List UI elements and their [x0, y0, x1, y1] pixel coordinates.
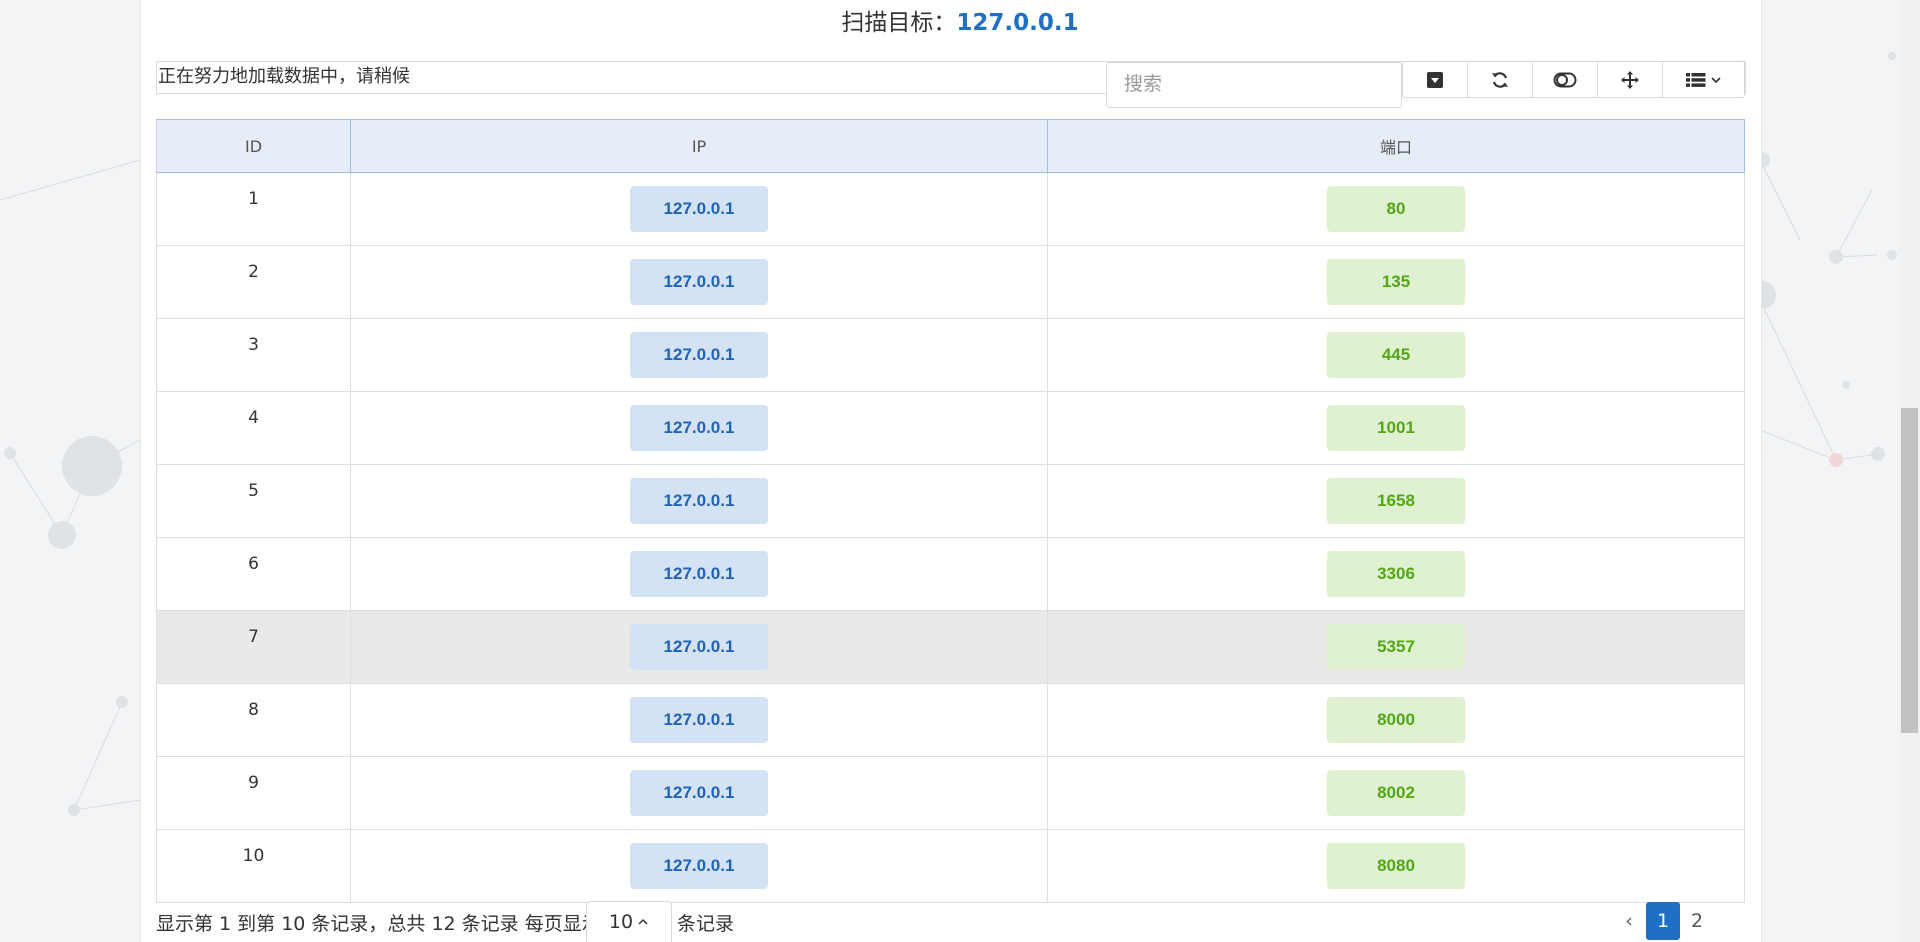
toggle-view-button[interactable] [1532, 62, 1597, 97]
cell-id: 5 [156, 464, 351, 538]
ip-tag[interactable]: 127.0.0.1 [630, 697, 768, 743]
title-prefix: 扫描目标： [841, 10, 957, 36]
cell-id: 7 [156, 610, 351, 684]
refresh-icon [1492, 71, 1508, 88]
cell-ip: 127.0.0.1 [350, 318, 1048, 392]
table-row[interactable]: 2 127.0.0.1 135 [156, 245, 1745, 319]
cell-ip: 127.0.0.1 [350, 829, 1048, 903]
refresh-button[interactable] [1467, 62, 1532, 97]
pagination-summary: 显示第 1 到第 10 条记录，总共 12 条记录 每页显示 [156, 913, 601, 935]
cell-ip: 127.0.0.1 [350, 537, 1048, 611]
toggle-icon [1553, 72, 1577, 87]
table-body: 1 127.0.0.1 80 2 127.0.0.1 135 3 127.0.0.1 445 4 1… [156, 172, 1745, 903]
pagination: ‹ 1 2 [1612, 902, 1714, 940]
cell-ip: 127.0.0.1 [350, 172, 1048, 246]
port-tag[interactable]: 1001 [1327, 405, 1465, 451]
port-tag[interactable]: 8080 [1327, 843, 1465, 889]
port-tag[interactable]: 1658 [1327, 478, 1465, 524]
cell-id: 4 [156, 391, 351, 465]
column-header-port[interactable]: 端口 [1047, 119, 1745, 173]
cell-port: 8080 [1047, 829, 1745, 903]
move-icon [1621, 70, 1639, 89]
ip-tag[interactable]: 127.0.0.1 [630, 259, 768, 305]
chevron-up-icon [638, 918, 648, 925]
columns-list-icon [1685, 72, 1705, 87]
ip-tag[interactable]: 127.0.0.1 [630, 624, 768, 670]
table-row[interactable]: 10 127.0.0.1 8080 [156, 829, 1745, 903]
table-header-row: ID IP 端口 [156, 119, 1745, 173]
table-row[interactable]: 5 127.0.0.1 1658 [156, 464, 1745, 538]
cell-port: 5357 [1047, 610, 1745, 684]
cell-port: 1001 [1047, 391, 1745, 465]
cell-port: 3306 [1047, 537, 1745, 611]
cell-ip: 127.0.0.1 [350, 391, 1048, 465]
columns-dropdown-button[interactable] [1662, 62, 1744, 97]
cell-id: 2 [156, 245, 351, 319]
cell-ip: 127.0.0.1 [350, 464, 1048, 538]
chevron-down-icon [1710, 76, 1721, 83]
ip-tag[interactable]: 127.0.0.1 [630, 478, 768, 524]
results-table: ID IP 端口 1 127.0.0.1 80 2 127.0.0.1 135 3 127.0… [156, 119, 1745, 903]
table-row[interactable]: 9 127.0.0.1 8002 [156, 756, 1745, 830]
ip-tag[interactable]: 127.0.0.1 [630, 770, 768, 816]
cell-id: 3 [156, 318, 351, 392]
page-scrollbar-thumb[interactable] [1901, 408, 1918, 733]
port-tag[interactable]: 8000 [1327, 697, 1465, 743]
ip-tag[interactable]: 127.0.0.1 [630, 551, 768, 597]
export-dropdown-button[interactable] [1403, 62, 1467, 97]
cell-ip: 127.0.0.1 [350, 683, 1048, 757]
cell-ip: 127.0.0.1 [350, 756, 1048, 830]
cell-port: 80 [1047, 172, 1745, 246]
page-title: 扫描目标：127.0.0.1 [0, 6, 1920, 40]
port-tag[interactable]: 8002 [1327, 770, 1465, 816]
pagination-page-2[interactable]: 2 [1680, 902, 1714, 940]
ip-tag[interactable]: 127.0.0.1 [630, 843, 768, 889]
table-toolbar [1402, 61, 1745, 98]
cell-port: 445 [1047, 318, 1745, 392]
caret-square-down-icon [1427, 71, 1443, 88]
page-size-suffix: 条记录 [677, 913, 735, 935]
search-input[interactable] [1106, 62, 1402, 108]
ip-tag[interactable]: 127.0.0.1 [630, 405, 768, 451]
port-tag[interactable]: 80 [1327, 186, 1465, 232]
column-header-ip[interactable]: IP [350, 119, 1048, 173]
cell-id: 10 [156, 829, 351, 903]
pagination-page-1[interactable]: 1 [1646, 902, 1680, 940]
table-row[interactable]: 4 127.0.0.1 1001 [156, 391, 1745, 465]
table-row[interactable]: 6 127.0.0.1 3306 [156, 537, 1745, 611]
cell-port: 1658 [1047, 464, 1745, 538]
title-target: 127.0.0.1 [956, 10, 1079, 36]
cell-id: 9 [156, 756, 351, 830]
table-row[interactable]: 7 127.0.0.1 5357 [156, 610, 1745, 684]
cell-ip: 127.0.0.1 [350, 610, 1048, 684]
column-header-id[interactable]: ID [156, 119, 351, 173]
cell-port: 135 [1047, 245, 1745, 319]
pagination-prev-button[interactable]: ‹ [1612, 902, 1646, 940]
port-tag[interactable]: 3306 [1327, 551, 1465, 597]
page-size-value: 10 [608, 911, 634, 933]
table-row[interactable]: 1 127.0.0.1 80 [156, 172, 1745, 246]
port-tag[interactable]: 5357 [1327, 624, 1465, 670]
page-size-select[interactable]: 10 [586, 901, 672, 942]
port-tag[interactable]: 135 [1327, 259, 1465, 305]
cell-ip: 127.0.0.1 [350, 245, 1048, 319]
cell-port: 8000 [1047, 683, 1745, 757]
cell-id: 6 [156, 537, 351, 611]
ip-tag[interactable]: 127.0.0.1 [630, 186, 768, 232]
table-row[interactable]: 8 127.0.0.1 8000 [156, 683, 1745, 757]
table-row[interactable]: 3 127.0.0.1 445 [156, 318, 1745, 392]
cell-id: 1 [156, 172, 351, 246]
port-tag[interactable]: 445 [1327, 332, 1465, 378]
fullscreen-button[interactable] [1597, 62, 1662, 97]
cell-id: 8 [156, 683, 351, 757]
ip-tag[interactable]: 127.0.0.1 [630, 332, 768, 378]
cell-port: 8002 [1047, 756, 1745, 830]
